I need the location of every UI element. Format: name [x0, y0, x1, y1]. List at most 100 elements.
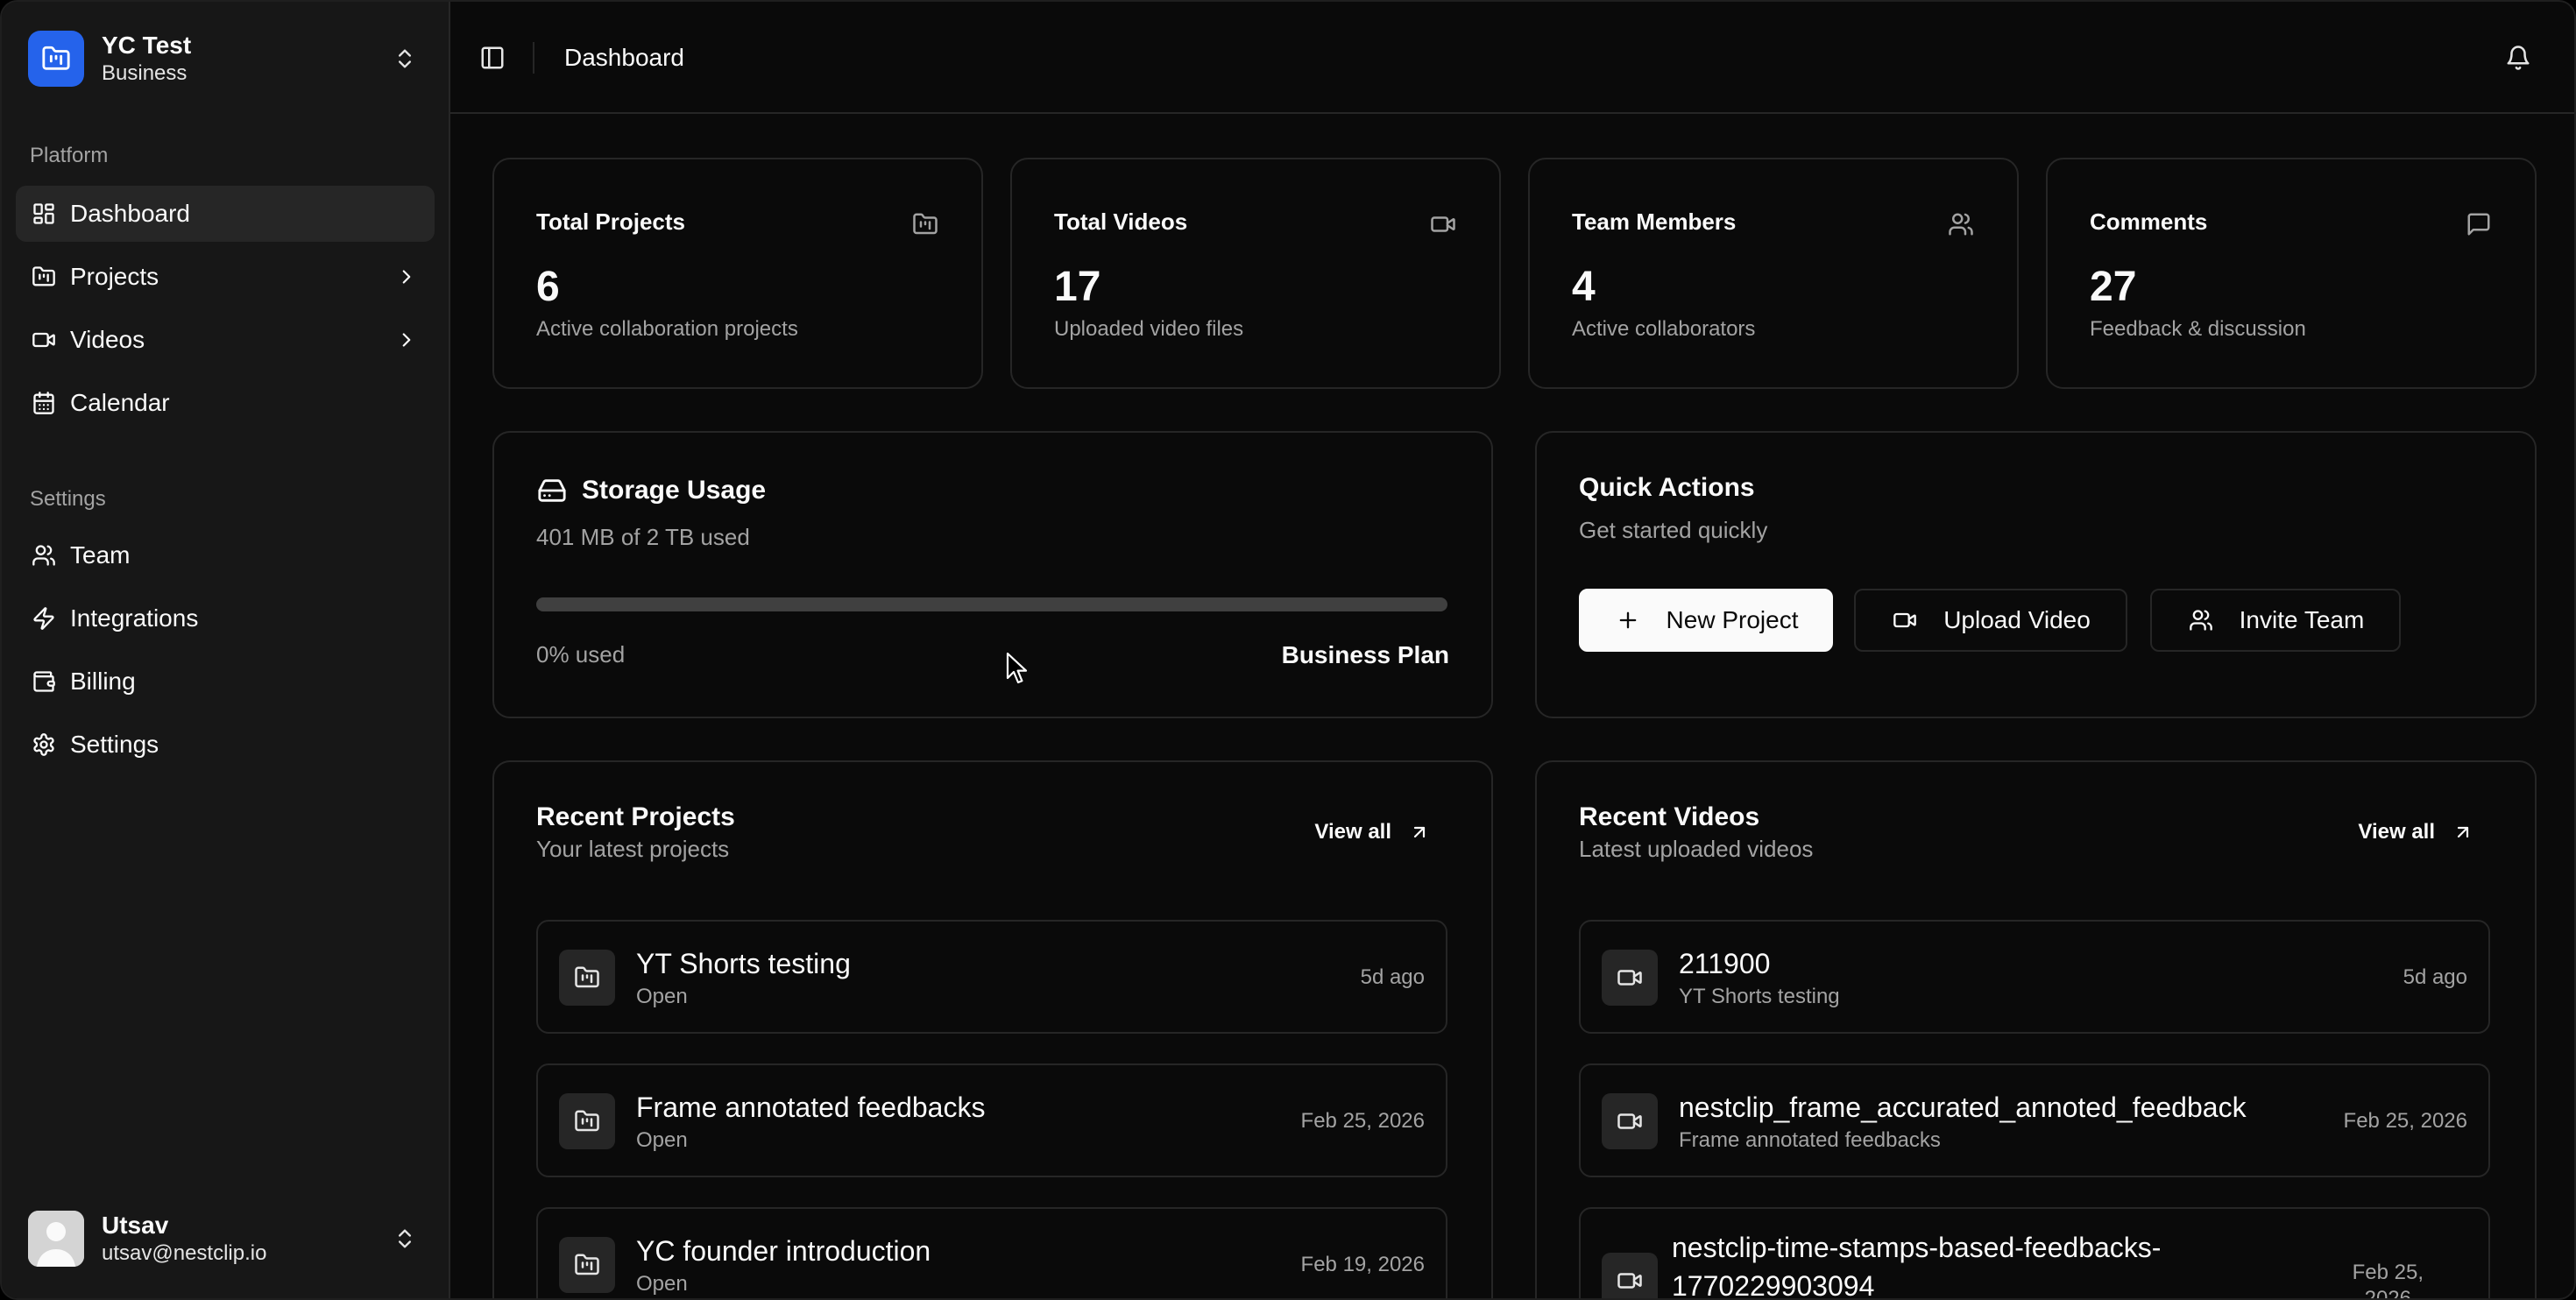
- user-email: utsav@nestclip.io: [102, 1241, 267, 1265]
- users-icon: [1947, 210, 1975, 238]
- folder-kanban-icon: [559, 950, 615, 1006]
- view-all-videos-link[interactable]: View all: [2358, 820, 2475, 844]
- sidebar-item-billing[interactable]: Billing: [16, 654, 435, 710]
- video-project: Frame annotated feedbacks: [1679, 1128, 1941, 1152]
- video-project: YT Shorts testing: [1679, 985, 1840, 1008]
- video-name: 211900: [1679, 948, 1771, 979]
- video-icon: [1602, 950, 1658, 1006]
- list-item[interactable]: YT Shorts testing Open 5d ago: [536, 920, 1447, 1034]
- list-item[interactable]: 211900 YT Shorts testing 5d ago: [1579, 920, 2490, 1034]
- chevron-right-icon[interactable]: [393, 263, 421, 291]
- chevrons-up-down-icon: [387, 41, 422, 76]
- sidebar-item-label: Videos: [70, 326, 145, 353]
- list-item[interactable]: nestclip-time-stamps-based-feedbacks- 17…: [1579, 1207, 2490, 1300]
- folder-kanban-icon: [30, 263, 58, 291]
- gear-icon: [30, 731, 58, 759]
- video-icon: [1429, 210, 1457, 238]
- stat-value: 27: [2090, 264, 2137, 310]
- new-project-button[interactable]: New Project: [1579, 589, 1833, 652]
- project-name: Frame annotated feedbacks: [636, 1092, 986, 1123]
- bell-icon[interactable]: [2502, 42, 2534, 74]
- stat-card-comments: Comments 27 Feedback & discussion: [2046, 158, 2537, 389]
- sidebar-item-dashboard[interactable]: Dashboard: [16, 186, 435, 242]
- recent-projects-title: Recent Projects: [536, 802, 735, 831]
- mouse-cursor-icon: [1006, 652, 1028, 684]
- sidebar-item-label: Integrations: [70, 604, 199, 632]
- sidebar-item-label: Calendar: [70, 389, 170, 416]
- user-name: Utsav: [102, 1212, 169, 1239]
- project-time: Feb 19, 2026: [1300, 1253, 1425, 1276]
- button-label: Invite Team: [2239, 606, 2365, 633]
- platform-group-label: Platform: [30, 144, 109, 167]
- sidebar-item-calendar[interactable]: Calendar: [16, 375, 435, 431]
- quick-actions-card: Quick Actions Get started quickly New Pr…: [1535, 431, 2537, 718]
- arrow-up-right-icon: [1407, 820, 1432, 844]
- list-item[interactable]: YC founder introduction Open Feb 19, 202…: [536, 1207, 1447, 1298]
- button-label: New Project: [1666, 606, 1799, 633]
- plan-label: Business Plan: [1281, 641, 1449, 668]
- project-status: Open: [636, 985, 688, 1008]
- video-name-continued: 1770229903094: [1672, 1270, 1875, 1300]
- recent-projects-card: Recent Projects Your latest projects Vie…: [492, 760, 1493, 1298]
- video-name: nestclip_frame_accurated_annoted_feedbac…: [1679, 1092, 2247, 1123]
- sidebar-toggle-icon[interactable]: [477, 42, 508, 74]
- list-item[interactable]: nestclip_frame_accurated_annoted_feedbac…: [1579, 1063, 2490, 1177]
- folder-kanban-icon: [559, 1093, 615, 1149]
- user-menu[interactable]: Utsav utsav@nestclip.io: [28, 1207, 422, 1270]
- settings-group-label: Settings: [30, 487, 106, 511]
- storage-used-label: 0% used: [536, 641, 626, 668]
- project-time: Feb 25, 2026: [1300, 1109, 1425, 1133]
- stat-description: Uploaded video files: [1054, 317, 1244, 341]
- sidebar: YC Test Business Platform Dashboard Proj…: [2, 2, 450, 1298]
- sidebar-item-label: Team: [70, 541, 131, 569]
- recent-videos-subtitle: Latest uploaded videos: [1579, 836, 1814, 862]
- video-time: Feb 25, 2026: [2352, 1260, 2424, 1300]
- folder-kanban-icon: [559, 1237, 615, 1293]
- sidebar-item-projects[interactable]: Projects: [16, 249, 435, 305]
- button-label: Upload Video: [1943, 606, 2091, 633]
- recent-videos-title: Recent Videos: [1579, 802, 1760, 831]
- sidebar-item-label: Settings: [70, 731, 159, 758]
- invite-team-button[interactable]: Invite Team: [2150, 589, 2401, 652]
- list-item[interactable]: Frame annotated feedbacks Open Feb 25, 2…: [536, 1063, 1447, 1177]
- view-all-projects-link[interactable]: View all: [1314, 820, 1432, 844]
- sidebar-item-integrations[interactable]: Integrations: [16, 590, 435, 646]
- sidebar-item-label: Projects: [70, 263, 159, 290]
- plus-icon: [1614, 606, 1642, 634]
- project-status: Open: [636, 1272, 688, 1296]
- app-window: YC Test Business Platform Dashboard Proj…: [0, 0, 2576, 1300]
- video-icon: [1602, 1253, 1658, 1298]
- avatar: [28, 1211, 84, 1267]
- quick-actions-title: Quick Actions: [1579, 473, 1755, 502]
- video-time-line-1: Feb 25,: [2352, 1261, 2424, 1284]
- workspace-switcher[interactable]: YC Test Business: [28, 28, 422, 89]
- sidebar-item-videos[interactable]: Videos: [16, 312, 435, 368]
- upload-video-button[interactable]: Upload Video: [1854, 589, 2127, 652]
- stat-title: Total Videos: [1054, 208, 1188, 235]
- wallet-icon: [30, 668, 58, 696]
- video-icon: [1602, 1093, 1658, 1149]
- stat-description: Active collaborators: [1572, 317, 1756, 341]
- workspace-name: YC Test: [102, 32, 192, 59]
- stat-title: Total Projects: [536, 208, 686, 235]
- page-title: Dashboard: [564, 44, 684, 71]
- video-time: 5d ago: [2403, 965, 2467, 989]
- recent-videos-card: Recent Videos Latest uploaded videos Vie…: [1535, 760, 2537, 1300]
- stat-title: Team Members: [1572, 208, 1737, 235]
- chevron-right-icon[interactable]: [393, 326, 421, 354]
- stat-description: Feedback & discussion: [2090, 317, 2306, 341]
- sidebar-item-team[interactable]: Team: [16, 527, 435, 583]
- stat-value: 17: [1054, 264, 1101, 310]
- video-time-line-2: 2026: [2364, 1287, 2411, 1300]
- stat-description: Active collaboration projects: [536, 317, 798, 341]
- folder-kanban-icon: [911, 210, 939, 238]
- users-icon: [2187, 606, 2215, 634]
- project-status: Open: [636, 1128, 688, 1152]
- video-name: nestclip-time-stamps-based-feedbacks-: [1672, 1232, 2162, 1263]
- sidebar-item-settings[interactable]: Settings: [16, 717, 435, 773]
- link-label: View all: [1314, 820, 1391, 844]
- link-label: View all: [2358, 820, 2435, 844]
- top-header: Dashboard: [450, 2, 2574, 114]
- stat-card-team-members: Team Members 4 Active collaborators: [1528, 158, 2019, 389]
- stat-value: 6: [536, 264, 560, 310]
